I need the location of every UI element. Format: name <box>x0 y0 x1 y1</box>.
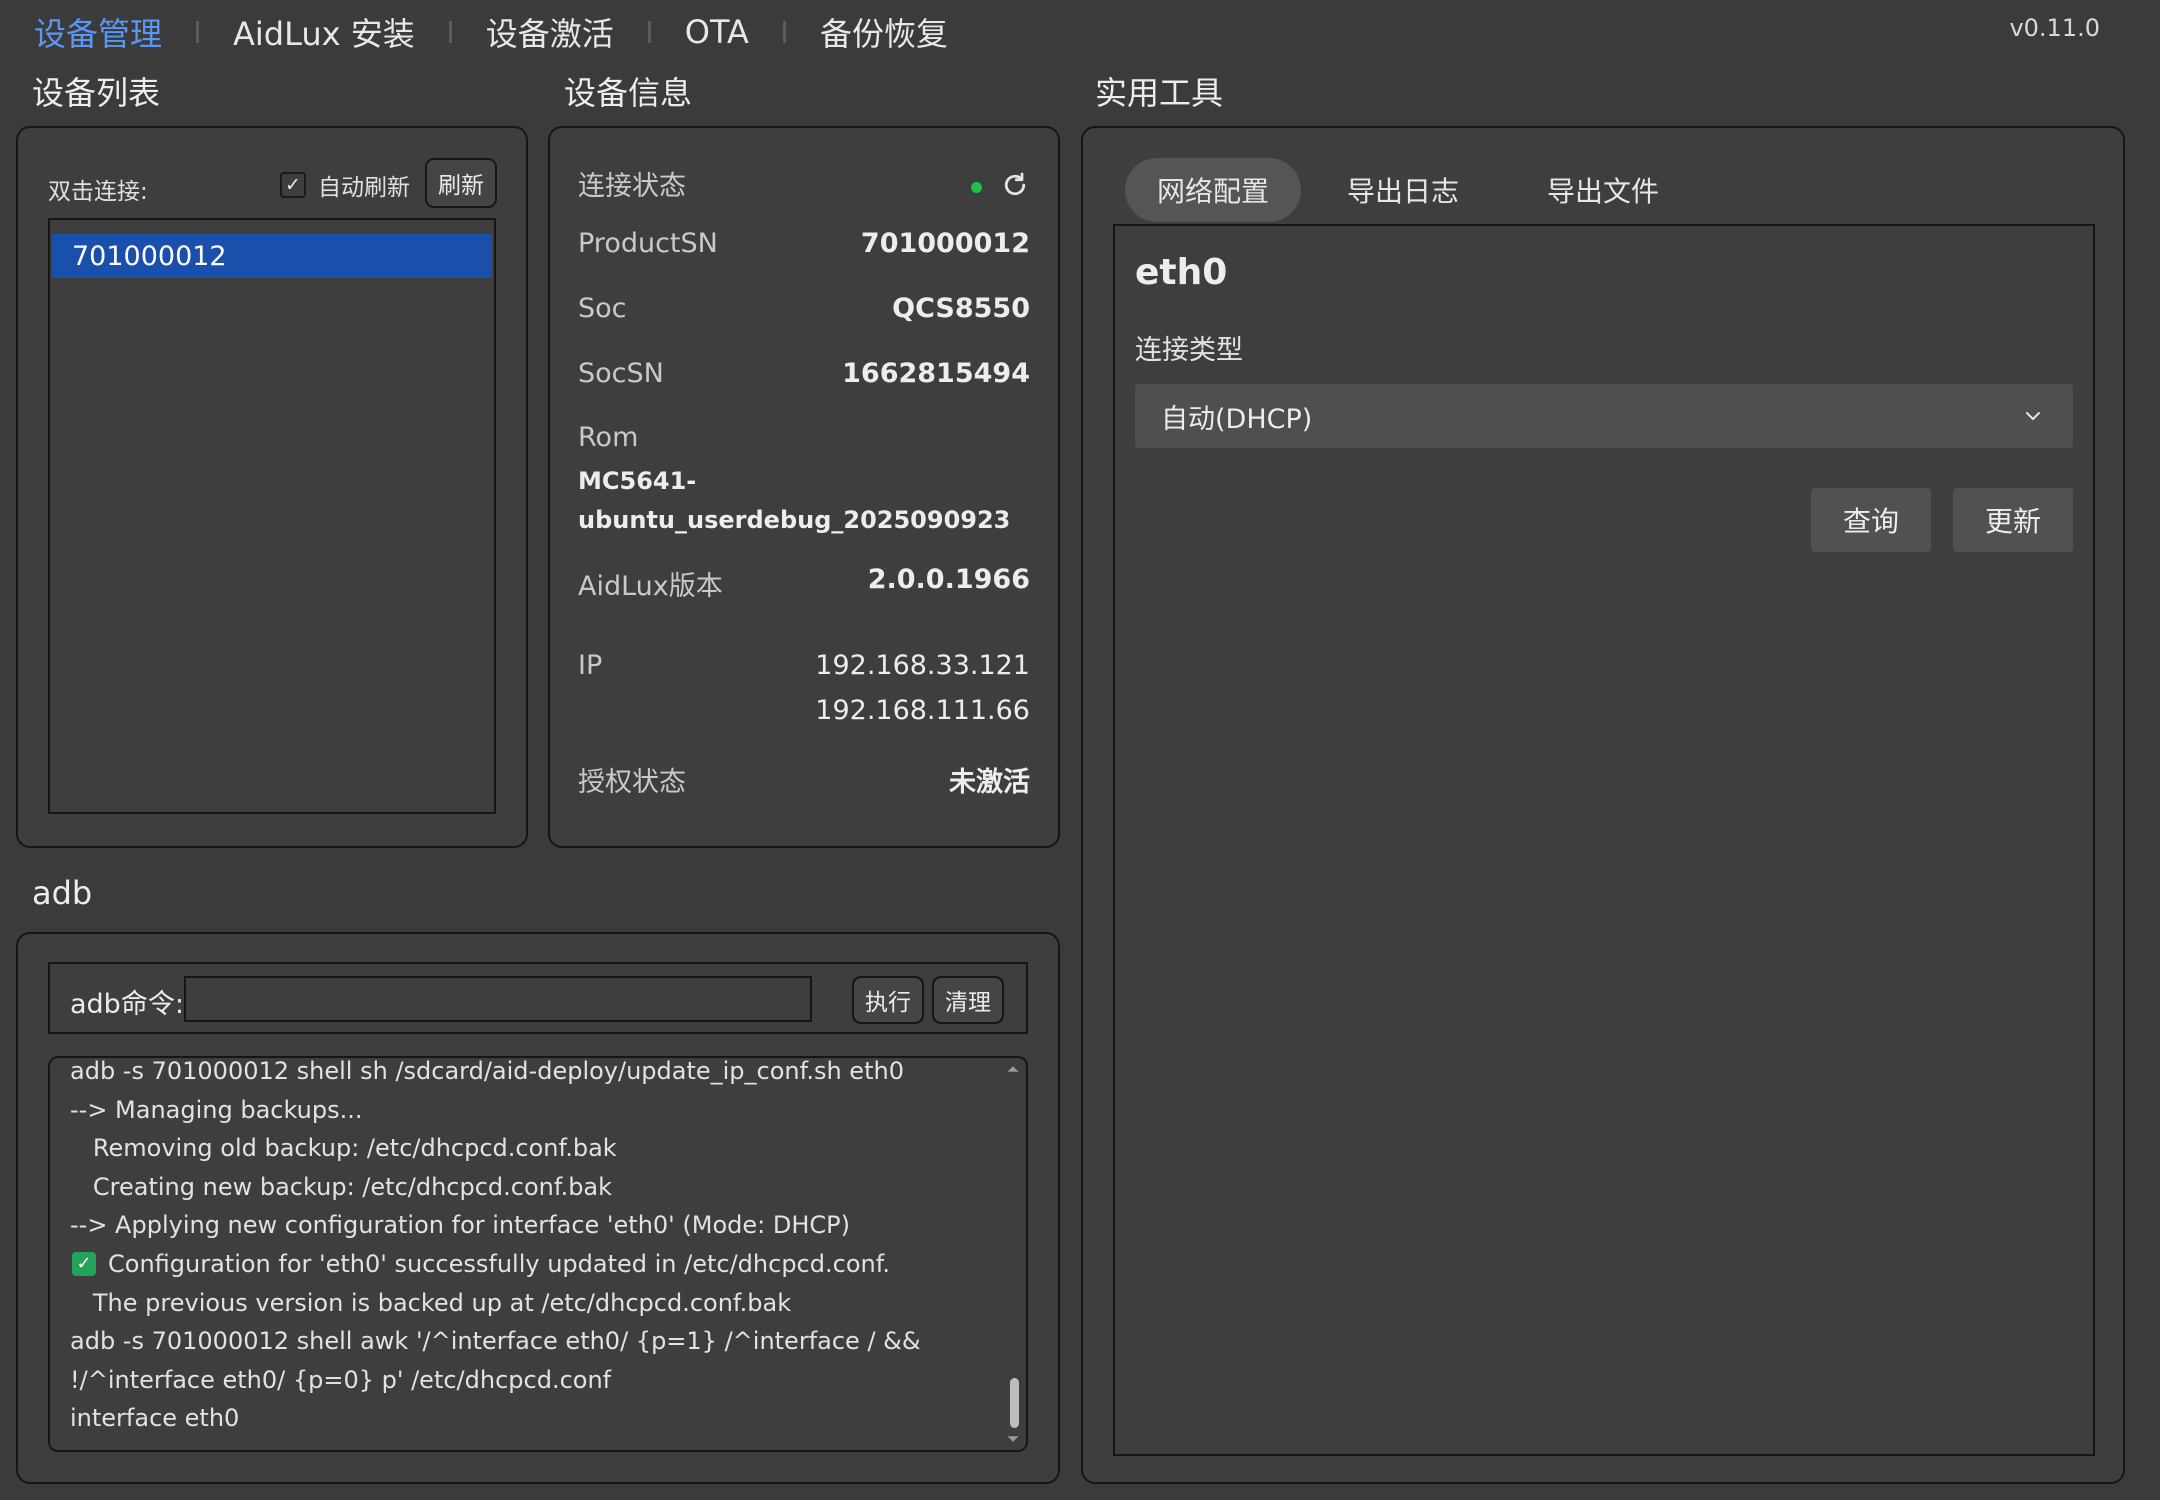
adb-output-line: The previous version is backed up at /et… <box>70 1288 792 1317</box>
top-navigation: 设备管理 AidLux 安装 设备激活 OTA 备份恢复 <box>34 6 948 58</box>
device-listbox[interactable]: 701000012 <box>48 218 496 814</box>
device-info-title: 设备信息 <box>564 74 693 112</box>
rom-value-line1: MC5641- <box>578 467 697 495</box>
nav-divider <box>448 21 452 43</box>
license-status-label: 授权状态 <box>578 767 686 798</box>
adb-output-lines: adb -s 701000012 shell sh /sdcard/aid-de… <box>70 1057 996 1438</box>
refresh-button[interactable]: 刷新 <box>425 158 497 208</box>
nav-divider <box>782 21 786 43</box>
ip-label: IP <box>578 650 603 681</box>
nav-tab-aidlux-install[interactable]: AidLux 安装 <box>233 9 415 55</box>
aidlux-version-value: 2.0.0.1966 <box>867 564 1030 595</box>
nav-tab-ota[interactable]: OTA <box>685 13 749 51</box>
adb-command-input[interactable] <box>184 976 812 1022</box>
check-mark-icon: ✓ <box>72 1252 96 1277</box>
tab-export-files[interactable]: 导出文件 <box>1525 158 1681 222</box>
adb-output-console[interactable]: adb -s 701000012 shell sh /sdcard/aid-de… <box>48 1056 1028 1452</box>
connection-type-select[interactable]: 自动(DHCP) <box>1135 384 2073 448</box>
query-button[interactable]: 查询 <box>1811 488 1931 552</box>
nav-divider <box>647 21 651 43</box>
soc-sn-value: 1662815494 <box>842 358 1030 389</box>
device-list-item[interactable]: 701000012 <box>52 234 492 278</box>
app-window: 设备管理 AidLux 安装 设备激活 OTA 备份恢复 v0.11.0 设备列… <box>0 0 2160 1500</box>
tools-panel: 网络配置 导出日志 导出文件 eth0 连接类型 自动(DHCP) 查询 更新 <box>1081 126 2125 1484</box>
network-config-content: eth0 连接类型 自动(DHCP) 查询 更新 <box>1113 224 2095 1456</box>
auto-refresh-toggle[interactable]: ✓ 自动刷新 <box>280 166 410 204</box>
clear-button[interactable]: 清理 <box>932 976 1004 1024</box>
license-status-value: 未激活 <box>949 767 1030 798</box>
adb-output-line: Removing old backup: /etc/dhcpcd.conf.ba… <box>70 1134 617 1163</box>
adb-output-line: adb -s 701000012 shell sh /sdcard/aid-de… <box>70 1057 904 1085</box>
adb-output-line: Creating new backup: /etc/dhcpcd.conf.ba… <box>70 1172 613 1201</box>
ip-value-2: 192.168.111.66 <box>815 695 1030 726</box>
run-button[interactable]: 执行 <box>852 976 924 1024</box>
interface-name: eth0 <box>1135 252 1228 293</box>
adb-output-line: adb -s 701000012 shell awk '/^interface … <box>70 1327 921 1356</box>
auto-refresh-label: 自动刷新 <box>318 175 410 201</box>
auto-refresh-checkbox[interactable]: ✓ <box>280 172 306 198</box>
adb-panel: adb命令: 执行 清理 adb -s 701000012 shell sh /… <box>16 932 1060 1484</box>
adb-output-line-success: ✓ Configuration for 'eth0' successfully … <box>70 1245 996 1284</box>
update-button[interactable]: 更新 <box>1953 488 2073 552</box>
chevron-down-icon <box>2026 412 2040 420</box>
adb-output-line: !/^interface eth0/ {p=0} p' /etc/dhcpcd.… <box>70 1365 612 1394</box>
version-label: v0.11.0 <box>2009 14 2100 42</box>
tools-title: 实用工具 <box>1095 74 1224 112</box>
adb-command-label: adb命令: <box>70 989 184 1020</box>
rom-value-line2: ubuntu_userdebug_2025090923 <box>578 506 1011 534</box>
connection-type-label: 连接类型 <box>1135 335 1243 366</box>
connection-status-label: 连接状态 <box>578 171 686 202</box>
tab-export-logs[interactable]: 导出日志 <box>1325 158 1481 222</box>
scroll-up-arrow-icon[interactable] <box>1006 1062 1020 1076</box>
device-list-panel: 双击连接: ✓ 自动刷新 刷新 701000012 <box>16 126 528 848</box>
nav-tab-device-management[interactable]: 设备管理 <box>34 9 162 55</box>
connection-status-dot <box>971 182 982 193</box>
connection-type-value: 自动(DHCP) <box>1161 403 1313 435</box>
scrollbar-thumb[interactable] <box>1010 1378 1019 1428</box>
adb-title: adb <box>32 874 93 912</box>
connect-hint-label: 双击连接: <box>48 179 148 205</box>
nav-divider <box>196 21 200 43</box>
aidlux-version-label: AidLux版本 <box>578 571 723 602</box>
rom-label: Rom <box>578 422 639 453</box>
product-sn-label: ProductSN <box>578 228 718 259</box>
ip-value-1: 192.168.33.121 <box>815 650 1030 681</box>
soc-label: Soc <box>578 293 627 324</box>
adb-output-line-text: Configuration for 'eth0' successfully up… <box>108 1249 891 1278</box>
tab-network-config[interactable]: 网络配置 <box>1125 158 1301 222</box>
adb-output-line: interface eth0 <box>70 1404 240 1433</box>
scroll-down-arrow-icon[interactable] <box>1006 1432 1020 1446</box>
product-sn-value: 701000012 <box>860 228 1030 259</box>
refresh-icon[interactable] <box>1000 170 1030 200</box>
soc-sn-label: SocSN <box>578 358 664 389</box>
nav-tab-backup-restore[interactable]: 备份恢复 <box>820 9 948 55</box>
adb-command-bar: adb命令: 执行 清理 <box>48 962 1028 1034</box>
adb-output-line: --> Applying new configuration for inter… <box>70 1211 850 1240</box>
soc-value: QCS8550 <box>892 293 1030 324</box>
adb-output-line: --> Managing backups... <box>70 1095 363 1124</box>
device-list-title: 设备列表 <box>32 74 161 112</box>
device-info-panel: 连接状态 ProductSN 701000012 Soc QCS8550 Soc… <box>548 126 1060 848</box>
nav-tab-device-activation[interactable]: 设备激活 <box>486 9 614 55</box>
